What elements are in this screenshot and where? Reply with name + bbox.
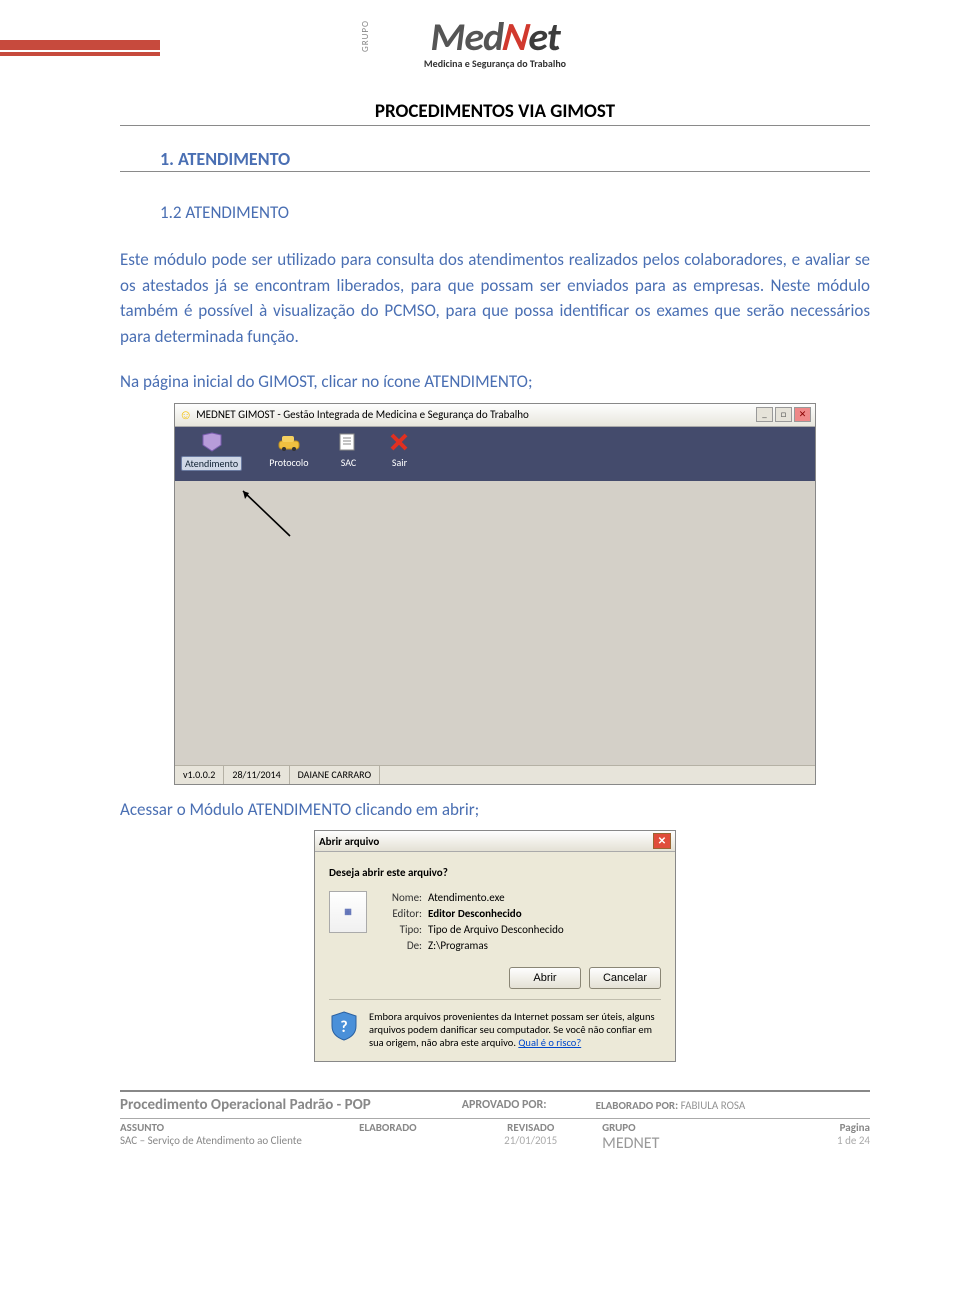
footer-elaborado-por-value: FABIULA ROSA [681,1099,746,1112]
app-icon: ☺ [179,407,192,423]
footer-pagina-label: Pagina [840,1121,870,1134]
footer-pop-title: Procedimento Operacional Padrão - POP [120,1096,413,1114]
field-de-label: De: [377,939,422,952]
shield-icon: ? [329,1010,359,1042]
footer-elaborado-por-label: ELABORADO POR: [596,1099,679,1112]
footer-elaborado-label: ELABORADO [316,1119,459,1136]
section-heading-1-2: 1.2 ATENDIMENTO [120,202,870,223]
header-accent-bar-2 [0,52,160,56]
dialog-close-button[interactable]: ✕ [653,833,671,849]
maximize-button[interactable]: □ [775,407,792,422]
status-date: 28/11/2014 [224,766,289,784]
atendimento-icon [199,430,225,454]
warning-text: Embora arquivos provenientes da Internet… [369,1010,661,1049]
window-body [175,481,815,766]
field-tipo-label: Tipo: [377,923,422,936]
footer-assunto-value: SAC – Serviço de Atendimento ao Cliente [120,1134,302,1147]
footer-revisado-value: 21/01/2015 [459,1134,602,1147]
dialog-titlebar: Abrir arquivo ✕ [315,831,675,852]
instruction-2: Acessar o Módulo ATENDIMENTO clicando em… [120,797,870,823]
field-editor-value: Editor Desconhecido [428,907,522,920]
footer-grupo-value: MEDNET [602,1134,781,1153]
toolbar-sair[interactable]: Sair [386,430,412,469]
footer-grupo-label: GRUPO [602,1121,635,1134]
footer-revisado-label: REVISADO [507,1121,554,1134]
section-heading-1: 1. ATENDIMENTO [120,148,870,172]
toolbar-sac[interactable]: SAC [335,430,361,469]
logo-side-text: GRUPO [360,20,371,52]
document-title: PROCEDIMENTOS VIA GIMOST [120,100,870,126]
close-button[interactable]: ✕ [794,407,811,422]
gimost-main-window: ☺ MEDNET GIMOST - Gestão Integrada de Me… [174,403,816,785]
toolbar-atendimento[interactable]: Atendimento [181,430,242,471]
sac-icon [335,430,361,454]
toolbar-protocolo-label: Protocolo [267,456,310,469]
field-tipo-value: Tipo de Arquivo Desconhecido [428,923,564,936]
field-de-value: Z:\Programas [428,939,488,952]
sair-icon [386,430,412,454]
page-footer: Procedimento Operacional Padrão - POP AP… [120,1090,870,1155]
annotation-arrow [235,486,295,546]
toolbar-sac-label: SAC [339,456,359,469]
svg-text:?: ? [340,1018,347,1037]
intro-paragraph: Este módulo pode ser utilizado para cons… [120,247,870,349]
footer-aprovado-label: APROVADO POR: [413,1098,596,1112]
logo-med: Med [430,12,503,61]
logo-n: N [500,12,532,61]
main-toolbar: Atendimento Protocolo SAC Sair [175,427,815,488]
file-icon: ▦ [329,891,367,933]
status-bar: v1.0.0.2 28/11/2014 DAIANE CARRARO [175,765,815,784]
protocolo-icon [276,430,302,454]
header-accent-bar [0,40,160,50]
field-editor-label: Editor: [377,907,422,920]
logo-subtitle: Medicina e Segurança do Trabalho [370,57,620,70]
dialog-title: Abrir arquivo [319,835,379,848]
toolbar-protocolo[interactable]: Protocolo [267,430,310,469]
toolbar-sair-label: Sair [390,456,409,469]
cancelar-button[interactable]: Cancelar [589,967,661,989]
footer-pagina-value: 1 de 24 [781,1134,870,1147]
minimize-button[interactable]: _ [756,407,773,422]
warning-body: Embora arquivos provenientes da Internet… [369,1010,655,1049]
open-file-dialog: Abrir arquivo ✕ Deseja abrir este arquiv… [314,830,676,1062]
logo-block: GRUPO MedNet Medicina e Segurança do Tra… [120,0,870,82]
dialog-divider [329,999,661,1000]
abrir-button[interactable]: Abrir [509,967,581,989]
toolbar-atendimento-label: Atendimento [181,456,242,471]
footer-assunto-label: ASSUNTO [120,1121,164,1134]
risk-link[interactable]: Qual é o risco? [518,1036,581,1049]
status-version: v1.0.0.2 [175,766,224,784]
field-nome-label: Nome: [377,891,422,904]
window-title: MEDNET GIMOST - Gestão Integrada de Medi… [196,408,529,421]
status-user: DAIANE CARRARO [290,766,380,784]
dialog-question: Deseja abrir este arquivo? [329,866,661,879]
instruction-1: Na página inicial do GIMOST, clicar no í… [120,369,870,395]
field-nome-value: Atendimento.exe [428,891,505,904]
window-titlebar: ☺ MEDNET GIMOST - Gestão Integrada de Me… [175,404,815,427]
logo-et: et [528,12,559,61]
